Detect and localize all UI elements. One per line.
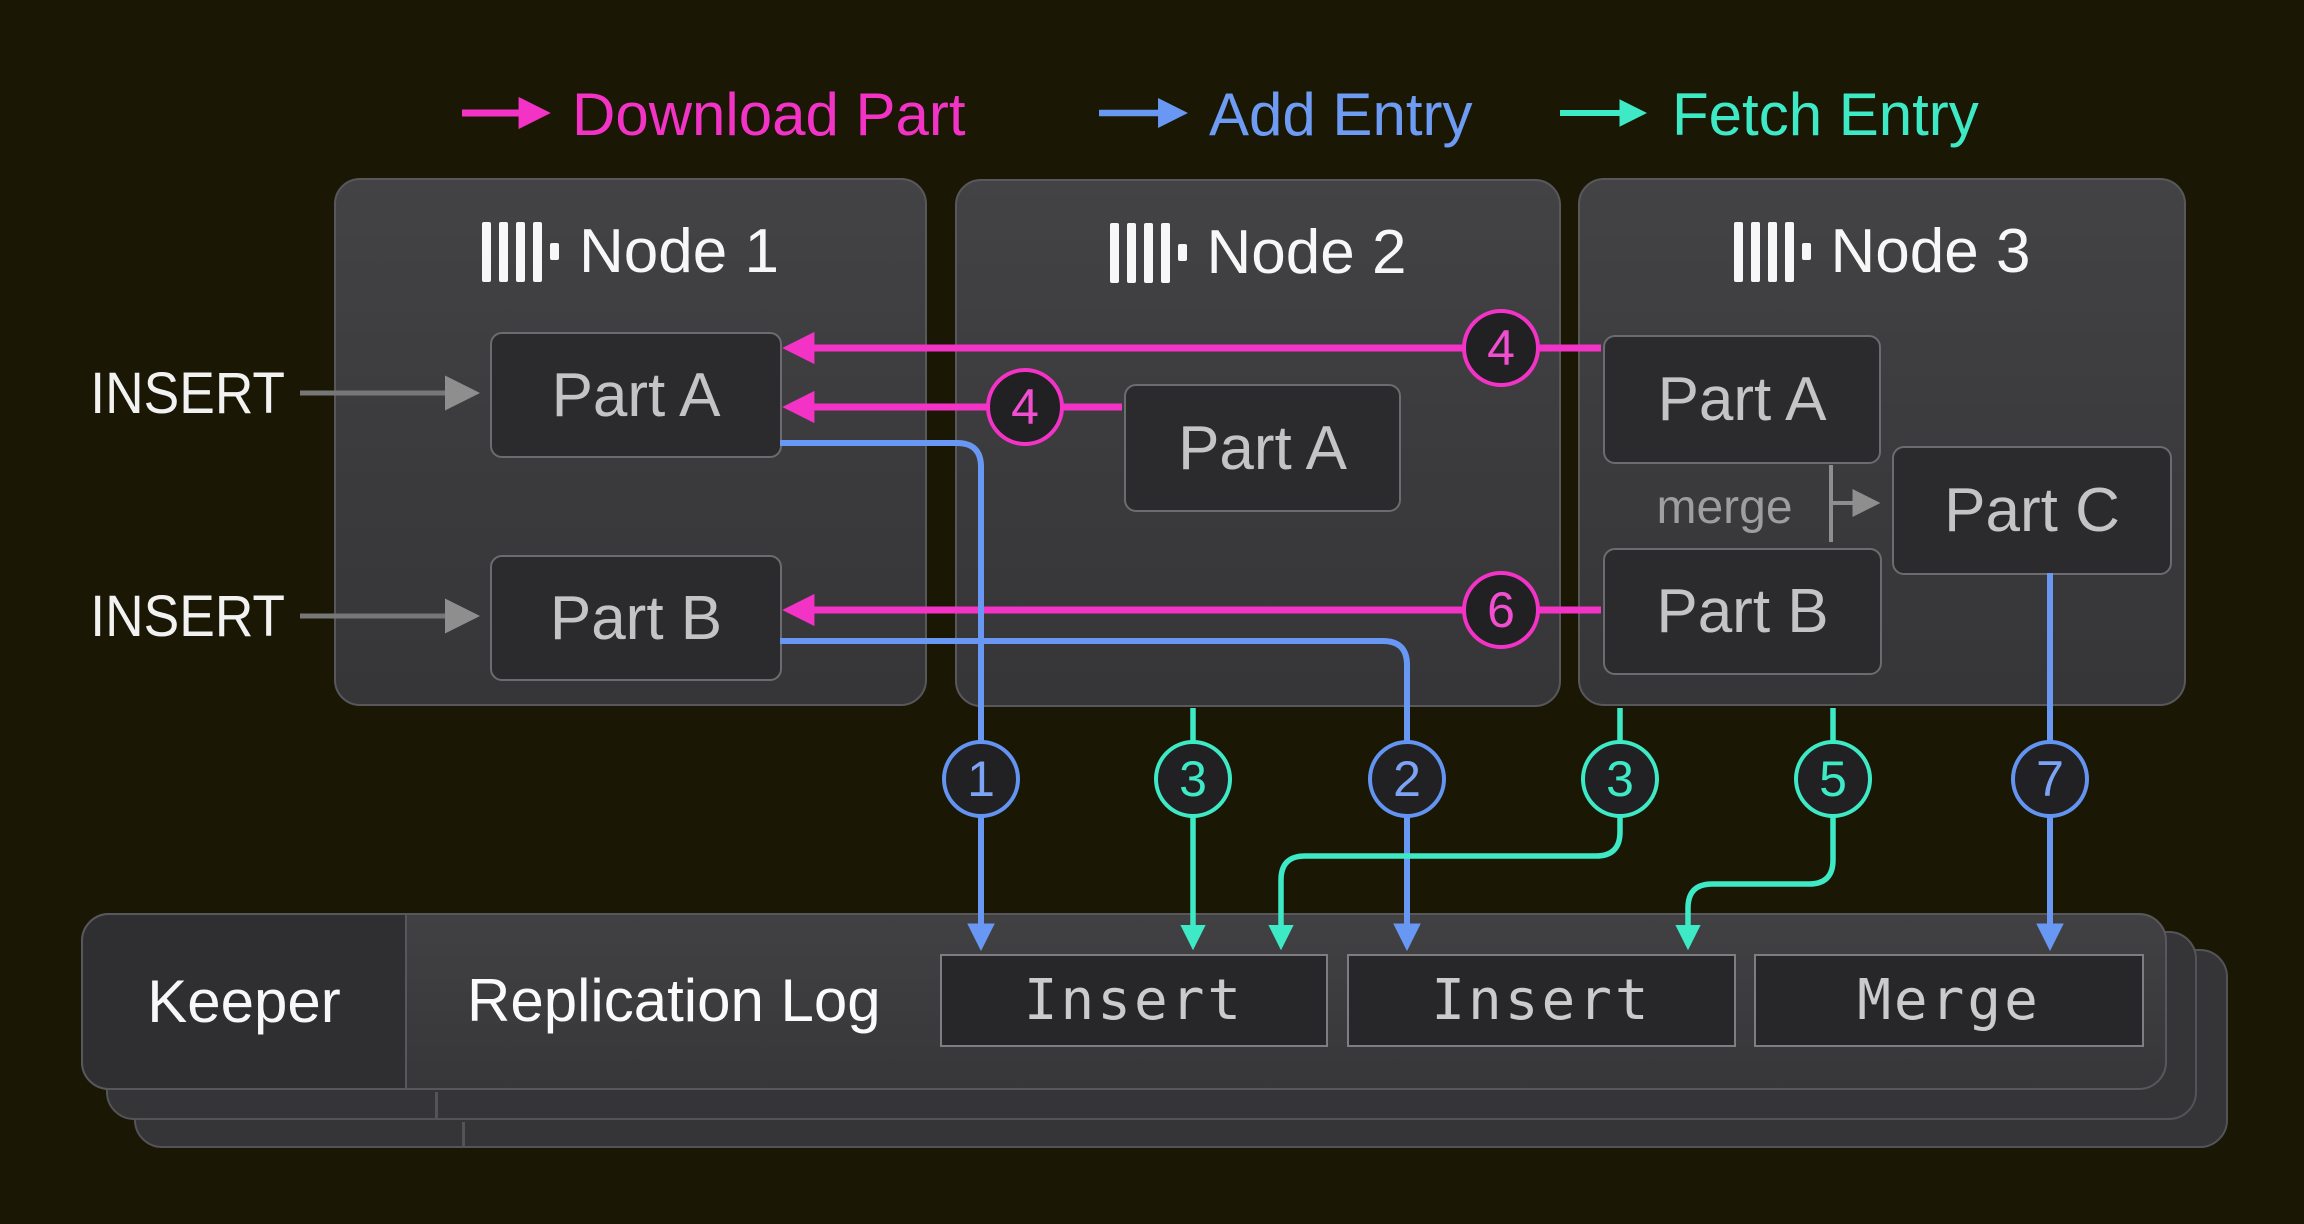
part-label: Part A bbox=[1658, 364, 1827, 435]
legend-download-part: Download Part bbox=[572, 80, 966, 149]
clickhouse-bars-icon bbox=[1734, 222, 1811, 282]
node-3: Node 3 Part A merge Part B Part C bbox=[1578, 178, 2186, 706]
log-entry-label: Insert bbox=[1024, 968, 1244, 1033]
log-entry-insert-1: Insert bbox=[940, 954, 1328, 1047]
legend-fetch-entry: Fetch Entry bbox=[1672, 80, 1979, 149]
badge-add-entry-7: 7 bbox=[2011, 740, 2089, 818]
insert-label-2: INSERT bbox=[73, 583, 285, 650]
badge-download-4-b: 4 bbox=[1462, 309, 1540, 387]
replication-diagram: Download Part Add Entry Fetch Entry INSE… bbox=[0, 0, 2304, 1224]
node-1-title-text: Node 1 bbox=[579, 216, 779, 287]
part-label: Part B bbox=[550, 583, 722, 654]
node-1-part-a: Part A bbox=[490, 332, 782, 458]
insert-label-1: INSERT bbox=[73, 360, 285, 427]
clickhouse-bars-icon bbox=[1110, 223, 1187, 283]
node-2-part-a: Part A bbox=[1124, 384, 1401, 512]
badge-fetch-entry-5: 5 bbox=[1794, 740, 1872, 818]
fetch-entry-arrow-icon bbox=[1557, 96, 1657, 132]
clickhouse-bars-icon bbox=[482, 222, 559, 282]
node-1-part-b: Part B bbox=[490, 555, 782, 681]
node-3-title-text: Node 3 bbox=[1831, 216, 2031, 287]
node-1-title: Node 1 bbox=[336, 216, 925, 287]
part-label: Part C bbox=[1944, 475, 2120, 546]
legend-add-entry: Add Entry bbox=[1209, 80, 1472, 149]
badge-download-4-a: 4 bbox=[986, 368, 1064, 446]
badge-download-6: 6 bbox=[1462, 571, 1540, 649]
log-entry-insert-2: Insert bbox=[1347, 954, 1736, 1047]
node-2-title-text: Node 2 bbox=[1207, 217, 1407, 288]
merge-label: merge bbox=[1642, 480, 1807, 535]
log-entry-merge: Merge bbox=[1754, 954, 2144, 1047]
badge-fetch-entry-3-b: 3 bbox=[1581, 740, 1659, 818]
log-entry-label: Insert bbox=[1431, 968, 1651, 1033]
badge-add-entry-1: 1 bbox=[942, 740, 1020, 818]
node-3-part-a: Part A bbox=[1603, 335, 1881, 464]
node-3-part-b: Part B bbox=[1603, 548, 1882, 675]
keeper-label: Keeper bbox=[147, 967, 340, 1036]
fetch-entry-line-3b bbox=[1281, 708, 1620, 930]
part-label: Part B bbox=[1656, 576, 1828, 647]
replication-log-title: Replication Log bbox=[467, 966, 881, 1035]
badge-fetch-entry-3-a: 3 bbox=[1154, 740, 1232, 818]
add-entry-arrow-icon bbox=[1096, 96, 1196, 132]
part-label: Part A bbox=[552, 360, 721, 431]
node-3-title: Node 3 bbox=[1580, 216, 2184, 287]
keeper-box: Keeper bbox=[81, 913, 407, 1090]
part-label: Part A bbox=[1178, 413, 1347, 484]
badge-add-entry-2: 2 bbox=[1368, 740, 1446, 818]
log-layer-divider bbox=[462, 1122, 465, 1146]
node-1: Node 1 Part A Part B bbox=[334, 178, 927, 706]
node-3-part-c: Part C bbox=[1892, 446, 2172, 575]
log-layer-divider bbox=[435, 1092, 438, 1118]
log-entry-label: Merge bbox=[1857, 968, 2041, 1033]
fetch-entry-line-5 bbox=[1688, 708, 1833, 930]
node-2-title: Node 2 bbox=[957, 217, 1559, 288]
download-part-arrow-icon bbox=[459, 96, 559, 132]
